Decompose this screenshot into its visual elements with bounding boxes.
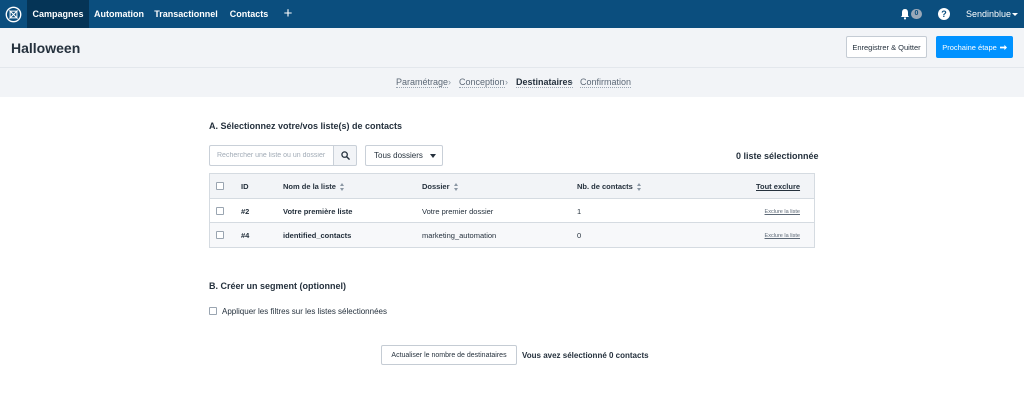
row-contacts-count: 0: [577, 231, 582, 240]
column-header-folder-label: Dossier: [422, 182, 450, 191]
row-list-name: Votre première liste: [283, 207, 353, 216]
selected-contacts-summary: Vous avez sélectionné 0 contacts: [522, 351, 649, 360]
selected-list-count: 0 liste sélectionnée: [736, 151, 819, 161]
chevron-right-icon: ›: [448, 77, 451, 87]
column-header-folder[interactable]: Dossier: [422, 182, 459, 191]
exclude-list-link[interactable]: Exclure la liste: [765, 233, 800, 239]
chevron-right-icon: ›: [570, 77, 573, 87]
column-header-contacts[interactable]: Nb. de contacts: [577, 182, 642, 191]
table-header: ID Nom de la liste Dossier Nb. de contac…: [210, 174, 814, 199]
row-id: #4: [241, 231, 250, 240]
arrow-right-icon: [999, 44, 1007, 51]
row-checkbox[interactable]: [216, 207, 224, 215]
nav-transactionnel[interactable]: Transactionnel: [149, 0, 223, 28]
chevron-right-icon: ›: [505, 77, 508, 87]
nav-contacts[interactable]: Contacts: [223, 0, 275, 28]
row-checkbox[interactable]: [216, 231, 224, 239]
column-header-contacts-label: Nb. de contacts: [577, 182, 633, 191]
next-step-label: Prochaine étape: [942, 42, 997, 52]
apply-filters-label[interactable]: Appliquer les filtres sur les listes sél…: [222, 307, 387, 316]
save-and-quit-button[interactable]: Enregistrer & Quitter: [846, 36, 927, 58]
row-id: #2: [241, 207, 250, 216]
top-navigation-bar: Campagnes Automation Transactionnel Cont…: [0, 0, 1024, 28]
folder-select[interactable]: Tous dossiers: [365, 145, 443, 166]
column-header-id: ID: [241, 182, 249, 191]
folder-select-value: Tous dossiers: [374, 151, 423, 160]
caret-down-icon: [430, 154, 436, 158]
list-search-field[interactable]: [209, 145, 334, 166]
nav-campagnes[interactable]: Campagnes: [27, 0, 89, 28]
help-icon[interactable]: ?: [938, 8, 950, 20]
column-header-name[interactable]: Nom de la liste: [283, 182, 345, 191]
page-title: Halloween: [11, 40, 81, 56]
contact-lists-table: ID Nom de la liste Dossier Nb. de contac…: [209, 173, 815, 248]
sort-icon[interactable]: [453, 182, 459, 191]
list-search-input[interactable]: [210, 146, 333, 165]
breadcrumb: [0, 68, 1024, 97]
search-icon: [340, 151, 350, 160]
apply-filters-checkbox[interactable]: [209, 307, 217, 315]
breadcrumb-confirmation[interactable]: Confirmation: [580, 77, 632, 88]
refresh-recipients-button[interactable]: Actualiser le nombre de destinataires: [381, 345, 517, 365]
nav-automation[interactable]: Automation: [89, 0, 149, 28]
select-all-checkbox[interactable]: [216, 182, 224, 190]
row-contacts-count: 1: [577, 207, 582, 216]
section-a-title: A. Sélectionnez votre/vos liste(s) de co…: [209, 121, 403, 131]
section-b-title: B. Créer un segment (optionnel): [209, 281, 347, 291]
account-menu[interactable]: Sendinblue: [966, 0, 1011, 28]
breadcrumb-destinataires[interactable]: Destinataires: [516, 77, 573, 88]
notification-count-badge: 0: [911, 9, 922, 19]
add-plus-icon[interactable]: +: [281, 0, 295, 28]
exclude-list-link[interactable]: Exclure la liste: [765, 209, 800, 215]
row-folder: marketing_automation: [422, 231, 497, 240]
table-row: #2 Votre première liste Votre premier do…: [210, 199, 814, 223]
row-folder: Votre premier dossier: [422, 207, 494, 216]
table-row: #4 identified_contacts marketing_automat…: [210, 223, 814, 247]
next-step-button[interactable]: Prochaine étape: [936, 36, 1013, 58]
sort-icon[interactable]: [636, 182, 642, 191]
breadcrumb-parametrage[interactable]: Paramétrage: [396, 77, 449, 88]
breadcrumb-conception[interactable]: Conception: [459, 77, 505, 88]
search-button[interactable]: [334, 145, 357, 166]
chevron-down-icon[interactable]: [1012, 13, 1018, 16]
row-list-name: identified_contacts: [283, 231, 352, 240]
sort-icon[interactable]: [339, 182, 345, 191]
column-header-name-label: Nom de la liste: [283, 182, 336, 191]
sendinblue-logo-icon[interactable]: [0, 0, 27, 28]
exclude-all-link[interactable]: Tout exclure: [756, 182, 800, 191]
